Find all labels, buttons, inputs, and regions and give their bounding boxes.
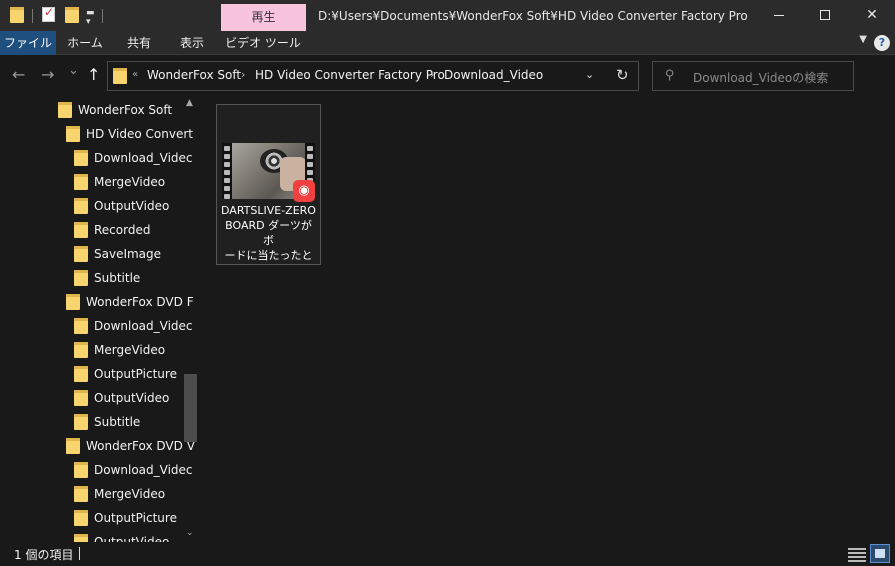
tab-view[interactable]: 表示 [166,31,218,55]
tree-item-label: OutputPicture [94,367,177,381]
folder-icon [74,198,88,214]
new-folder-icon[interactable] [65,7,79,23]
folder-icon [10,7,24,23]
tree-item-label: Download_Videc [94,463,193,477]
folder-icon [58,102,72,118]
tree-item-label: OutputPicture [94,511,177,525]
tree-item-label: HD Video Convert [86,127,193,141]
status-divider [79,547,80,560]
window-title: D:¥Users¥Documents¥WonderFox Soft¥HD Vid… [318,9,748,23]
tree-item-label: MergeVideo [94,343,166,357]
minimize-icon [774,14,784,16]
tree-item-label: WonderFox Soft [78,103,173,117]
folder-icon [74,342,88,358]
tree-item-label: Recorded [94,223,151,237]
navigation-pane: WonderFox Soft HD Video Convert Download… [0,96,199,542]
minimize-button[interactable] [756,0,802,31]
folder-icon [74,534,88,542]
quick-access-divider [32,9,33,23]
maximize-button[interactable] [802,0,848,31]
forward-button[interactable]: → [41,66,54,84]
film-strip-icon [222,143,232,199]
quick-access-dropdown-icon[interactable]: ▬ ▾ [86,9,95,27]
navigation-pane-scrollbar[interactable] [183,96,199,542]
tree-item-label: WonderFox DVD F [86,295,194,309]
folder-icon [113,68,127,84]
contextual-tab-play[interactable]: 再生 [221,4,306,31]
tree-item-label: WonderFox DVD V [86,439,195,453]
title-bar: ▬▾ 再生 D:¥Users¥Documents¥WonderFox Soft¥… [0,0,895,31]
tree-item-label: MergeVideo [94,487,166,501]
refresh-icon[interactable]: ↻ [616,66,629,84]
search-input[interactable]: Download_Videoの検索 [693,69,828,86]
folder-icon [74,390,88,406]
tree-item-label: MergeVideo [94,175,166,189]
back-button[interactable]: ← [12,66,25,84]
tree-item-label: Subtitle [94,415,141,429]
search-icon: ⚲ [665,68,675,83]
file-item[interactable]: ◉ DARTSLIVE-ZERO BOARD ダーツがボ ードに当たったときの … [216,104,321,265]
scroll-up-icon[interactable]: ▲ [186,98,193,108]
address-bar[interactable]: « WonderFox Soft › HD Video Converter Fa… [107,61,639,91]
tab-file[interactable]: ファイル [0,31,56,55]
navigation-bar: ← → ⌄ ↑ « WonderFox Soft › HD Video Conv… [0,56,895,96]
folder-icon [74,510,88,526]
help-icon[interactable]: ? [874,35,890,51]
properties-icon[interactable] [42,5,55,22]
tree-item-label: OutputVideo [94,535,170,542]
folder-icon [74,318,88,334]
tree-item-label: OutputVideo [94,391,170,405]
folder-icon [74,222,88,238]
folder-icon [74,486,88,502]
breadcrumb-overflow-icon[interactable]: « [132,69,138,80]
chevron-right-icon[interactable]: › [241,68,245,81]
app-badge-icon: ◉ [293,180,315,202]
tab-home[interactable]: ホーム [58,31,112,55]
tree-item-label: Download_Videc [94,151,193,165]
tree-item-label: SaveImage [94,247,162,261]
folder-icon [74,174,88,190]
close-button[interactable]: ✕ [849,0,895,31]
breadcrumb-item[interactable]: HD Video Converter Factory Pro [255,68,445,82]
folder-icon [74,270,88,286]
file-list: ◉ DARTSLIVE-ZERO BOARD ダーツがボ ードに当たったときの … [201,96,895,542]
scrollbar-thumb[interactable] [184,374,197,442]
tab-share[interactable]: 共有 [114,31,164,55]
folder-icon [74,246,88,262]
scroll-down-icon[interactable]: ⌄ [186,528,194,538]
chevron-right-icon[interactable]: › [430,68,434,81]
item-count: 1 個の項目 [14,548,74,562]
maximize-icon [820,10,830,20]
folder-icon [74,150,88,166]
folder-icon [74,462,88,478]
tree-item-label: OutputVideo [94,199,170,213]
ribbon-expand-chevron-icon[interactable]: ▼ [859,34,867,45]
tab-video-tools[interactable]: ビデオ ツール [222,31,304,55]
folder-icon [66,438,80,454]
ribbon-tabs: ファイル ホーム 共有 表示 ビデオ ツール ▼ ? [0,31,895,55]
folder-icon [66,126,80,142]
large-icons-view-icon[interactable] [870,544,890,563]
tree-item-label: Subtitle [94,271,141,285]
folder-icon [74,414,88,430]
file-name: DARTSLIVE-ZERO BOARD ダーツがボ ードに当たったときの 音チ… [221,204,316,262]
folder-icon [74,366,88,382]
breadcrumb-item[interactable]: Download_Video [444,68,543,82]
folder-icon [66,294,80,310]
details-view-icon[interactable] [848,546,866,562]
recent-locations-chevron-icon[interactable]: ⌄ [68,62,79,80]
tree-item-label: Download_Videc [94,319,193,333]
status-bar: 1 個の項目 [0,542,895,566]
breadcrumb-item[interactable]: WonderFox Soft [147,68,241,82]
search-box[interactable]: ⚲ Download_Videoの検索 [652,61,854,91]
up-button[interactable]: ↑ [87,66,100,84]
quick-access-divider [102,9,103,23]
address-dropdown-icon[interactable]: ⌄ [585,68,594,81]
